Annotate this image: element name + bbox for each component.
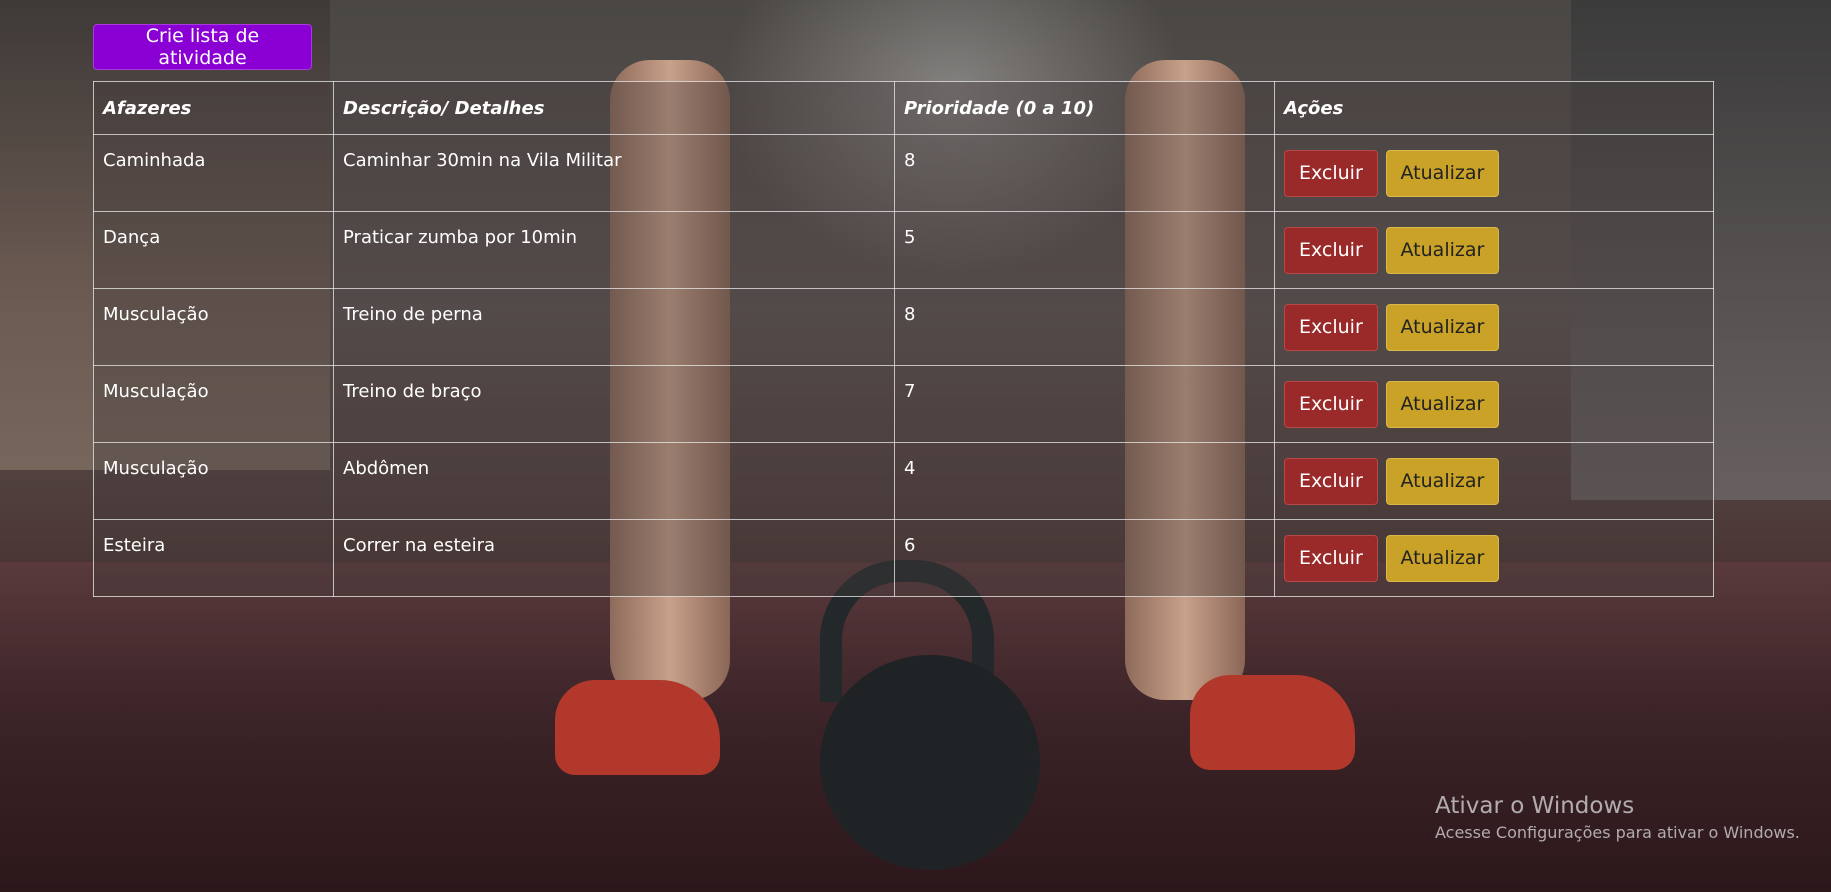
table-row: Esteira Correr na esteira 6 Excluir Atualiz… (93, 519, 1714, 597)
watermark-title: Ativar o Windows (1435, 793, 1635, 819)
details-cell: Abdômen (333, 442, 895, 520)
priority-cell: 5 (894, 211, 1275, 289)
task-cell: Musculação (93, 288, 334, 366)
priority-cell: 4 (894, 442, 1275, 520)
update-button[interactable]: Atualizar (1385, 226, 1500, 274)
details-cell: Praticar zumba por 10min (333, 211, 895, 289)
actions-cell: Excluir Atualizar (1274, 134, 1714, 212)
priority-cell: 8 (894, 134, 1275, 212)
header-actions: Ações (1274, 81, 1714, 135)
task-cell: Caminhada (93, 134, 334, 212)
priority-cell: 7 (894, 365, 1275, 443)
table-row: Musculação Abdômen 4 Excluir Atualizar (93, 442, 1714, 520)
windows-activation-watermark: Ativar o Windows Acesse Configurações pa… (1435, 793, 1800, 842)
header-afazeres: Afazeres (93, 81, 334, 135)
task-cell: Esteira (93, 519, 334, 597)
update-button[interactable]: Atualizar (1385, 149, 1500, 197)
delete-button[interactable]: Excluir (1284, 303, 1378, 351)
table-row: Caminhada Caminhar 30min na Vila Militar 8… (93, 134, 1714, 212)
table-header-row: Afazeres Descrição/ Detalhes Prioridade … (93, 81, 1714, 135)
actions-cell: Excluir Atualizar (1274, 211, 1714, 289)
update-button[interactable]: Atualizar (1385, 380, 1500, 428)
tasks-table: Afazeres Descrição/ Detalhes Prioridade … (93, 81, 1714, 597)
header-priority: Prioridade (0 a 10) (894, 81, 1275, 135)
table-row: Musculação Treino de braço 7 Excluir Atuali… (93, 365, 1714, 443)
delete-button[interactable]: Excluir (1284, 226, 1378, 274)
actions-cell: Excluir Atualizar (1274, 365, 1714, 443)
delete-button[interactable]: Excluir (1284, 149, 1378, 197)
priority-cell: 6 (894, 519, 1275, 597)
actions-cell: Excluir Atualizar (1274, 442, 1714, 520)
update-button[interactable]: Atualizar (1385, 303, 1500, 351)
task-cell: Musculação (93, 442, 334, 520)
delete-button[interactable]: Excluir (1284, 457, 1378, 505)
header-details: Descrição/ Detalhes (333, 81, 895, 135)
table-row: Dança Praticar zumba por 10min 5 Excluir At… (93, 211, 1714, 289)
create-list-button[interactable]: Crie lista de atividade (93, 24, 312, 70)
details-cell: Treino de braço (333, 365, 895, 443)
details-cell: Correr na esteira (333, 519, 895, 597)
update-button[interactable]: Atualizar (1385, 534, 1500, 582)
table-row: Musculação Treino de perna 8 Excluir Atuali… (93, 288, 1714, 366)
watermark-subtitle: Acesse Configurações para ativar o Windo… (1435, 823, 1800, 842)
priority-cell: 8 (894, 288, 1275, 366)
task-cell: Dança (93, 211, 334, 289)
actions-cell: Excluir Atualizar (1274, 288, 1714, 366)
update-button[interactable]: Atualizar (1385, 457, 1500, 505)
details-cell: Caminhar 30min na Vila Militar (333, 134, 895, 212)
delete-button[interactable]: Excluir (1284, 380, 1378, 428)
actions-cell: Excluir Atualizar (1274, 519, 1714, 597)
delete-button[interactable]: Excluir (1284, 534, 1378, 582)
details-cell: Treino de perna (333, 288, 895, 366)
task-cell: Musculação (93, 365, 334, 443)
